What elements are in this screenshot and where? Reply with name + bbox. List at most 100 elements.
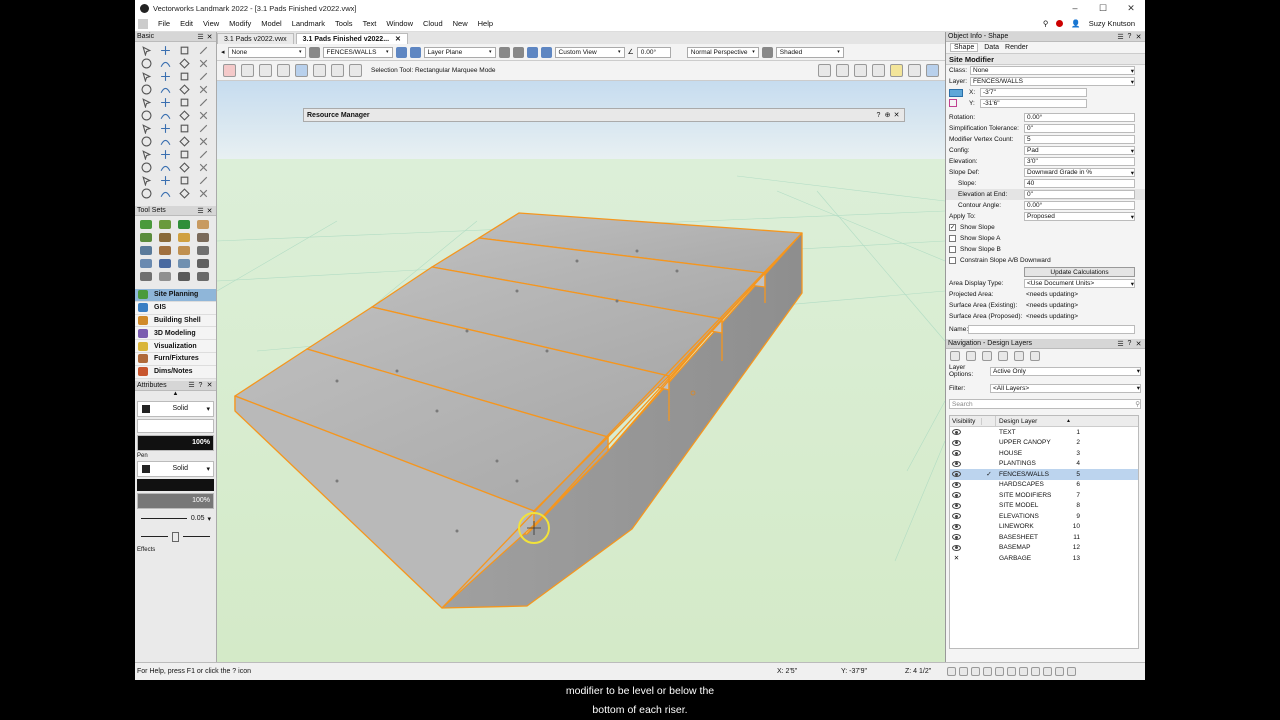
palette-close-icon[interactable]: ✕: [205, 33, 214, 41]
stack-icon[interactable]: [966, 351, 976, 361]
pen-style-select[interactable]: Solid ▾: [137, 460, 214, 477]
duplicate-layer-icon[interactable]: [1030, 351, 1040, 361]
tab-data[interactable]: Data: [984, 44, 999, 51]
layer-row[interactable]: ELEVATIONS 9: [950, 511, 1138, 522]
user-icon[interactable]: 👤: [1071, 19, 1080, 28]
render-icon[interactable]: [761, 46, 773, 58]
class-select[interactable]: None ▾: [970, 66, 1135, 75]
toolset-tool-16-icon[interactable]: [194, 257, 212, 270]
views-icon[interactable]: [526, 46, 538, 58]
angle-field[interactable]: 0.00°: [636, 46, 671, 58]
layer-row[interactable]: HARDSCAPES 6: [950, 480, 1138, 491]
toolset-tool-11-icon[interactable]: [175, 244, 193, 257]
rounded-rectangle-tool-icon[interactable]: [194, 83, 212, 96]
arrowhead-select[interactable]: [137, 529, 214, 545]
menu-file[interactable]: File: [153, 19, 175, 28]
zoom-tool-icon[interactable]: [194, 44, 212, 57]
toolset-site-planning[interactable]: Site Planning: [135, 289, 216, 302]
layers-icon[interactable]: [308, 46, 320, 58]
nurbs-tool-icon[interactable]: [194, 161, 212, 174]
toolset-tool-5-icon[interactable]: [137, 231, 155, 244]
pan-tool-icon[interactable]: [156, 44, 174, 57]
menu-text[interactable]: Text: [358, 19, 382, 28]
visibility-tool-icon[interactable]: [194, 122, 212, 135]
menu-edit[interactable]: Edit: [175, 19, 198, 28]
toolset-tool-19-icon[interactable]: [175, 270, 193, 283]
maximize-button[interactable]: ☐: [1089, 0, 1117, 16]
menu-landmark[interactable]: Landmark: [287, 19, 330, 28]
scale-tool-icon[interactable]: [137, 135, 155, 148]
extract-tool-icon[interactable]: [175, 187, 193, 200]
view-select[interactable]: Custom View ▾: [554, 46, 625, 58]
snap-loci-icon[interactable]: [1043, 667, 1052, 676]
perspective-select[interactable]: Normal Perspective ▾: [686, 46, 759, 58]
layer-row[interactable]: ✕ GARBAGE 13: [950, 553, 1138, 564]
selection-tool-icon[interactable]: [137, 44, 155, 57]
3d-scene[interactable]: [217, 81, 945, 662]
eye-icon[interactable]: [952, 450, 961, 457]
checkbox-row[interactable]: Show Slope B: [946, 244, 1145, 255]
eye-icon[interactable]: [952, 429, 961, 436]
property-field[interactable]: <Use Document Units> ▾: [1024, 279, 1135, 288]
freehand-tool-icon[interactable]: [137, 109, 155, 122]
property-field[interactable]: 0": [1024, 124, 1135, 133]
rectangular-marquee-icon[interactable]: [295, 64, 308, 77]
3d-polygon-tool-icon[interactable]: [175, 161, 193, 174]
shell-tool-icon[interactable]: [175, 174, 193, 187]
layer-select[interactable]: FENCES/WALLS ▾: [970, 77, 1135, 86]
snap-edge-icon[interactable]: [1031, 667, 1040, 676]
palette-menu-icon[interactable]: ☰: [187, 381, 196, 389]
snap-grid-icon[interactable]: [818, 64, 831, 77]
polyline-tool-icon[interactable]: [194, 96, 212, 109]
name-field[interactable]: [968, 325, 1135, 334]
checkbox[interactable]: [949, 246, 956, 253]
snap-angle-icon[interactable]: [971, 667, 980, 676]
view-icon[interactable]: [498, 46, 510, 58]
menu-view[interactable]: View: [198, 19, 224, 28]
layer-row[interactable]: ✓ FENCES/WALLS 5: [950, 469, 1138, 480]
offset-tool-icon[interactable]: [175, 57, 193, 70]
chamfer-tool-icon[interactable]: [156, 148, 174, 161]
checkbox-row[interactable]: Constrain Slope A/B Downward: [946, 255, 1145, 266]
toolset-tool-8-icon[interactable]: [194, 231, 212, 244]
eye-icon[interactable]: [952, 481, 961, 488]
layer-options-select[interactable]: Active Only ▾: [990, 366, 1141, 376]
property-field[interactable]: 3'0": [1024, 157, 1135, 166]
attribute-mapping-tool-icon[interactable]: [156, 122, 174, 135]
checkbox-row[interactable]: Show Slope A: [946, 233, 1145, 244]
layer-row[interactable]: PLANTINGS 4: [950, 459, 1138, 470]
layer-row[interactable]: UPPER CANOPY 2: [950, 438, 1138, 449]
snap-settings-icon[interactable]: [836, 64, 849, 77]
callout-tool-icon[interactable]: [156, 70, 174, 83]
property-field[interactable]: Downward Grade in % ▾: [1024, 168, 1135, 177]
property-field[interactable]: 40: [1024, 179, 1135, 188]
minimize-button[interactable]: –: [1061, 0, 1089, 16]
lasso-marquee-icon[interactable]: [313, 64, 326, 77]
double-line-tool-icon[interactable]: [156, 83, 174, 96]
menu-tools[interactable]: Tools: [330, 19, 358, 28]
toolset-dims-notes[interactable]: Dims/Notes: [135, 365, 216, 379]
toolset-tool-3-icon[interactable]: [175, 218, 193, 231]
oval-tool-icon[interactable]: [156, 96, 174, 109]
snap-tangent-icon[interactable]: [1007, 667, 1016, 676]
tab-pads[interactable]: 3.1 Pads v2022.vwx: [217, 33, 294, 44]
col-visibility[interactable]: Visibility: [950, 417, 982, 425]
zoom-icon[interactable]: [512, 46, 524, 58]
eye-icon[interactable]: [952, 460, 961, 467]
layer-row[interactable]: SITE MODEL 8: [950, 501, 1138, 512]
toolset-tool-6-icon[interactable]: [156, 231, 174, 244]
toolset-visualization[interactable]: Visualization: [135, 340, 216, 353]
tab-shape[interactable]: Shape: [950, 43, 979, 52]
pin-icon[interactable]: ⊕: [883, 111, 892, 119]
pen-opacity[interactable]: 100%: [137, 492, 214, 509]
stake-tool-icon[interactable]: [194, 148, 212, 161]
toolset-tool-12-icon[interactable]: [194, 244, 212, 257]
polygon-tool-icon[interactable]: [156, 109, 174, 122]
grid-icon[interactable]: [395, 46, 407, 58]
property-field[interactable]: 5: [1024, 135, 1135, 144]
2d-locus-tool-icon[interactable]: [137, 122, 155, 135]
eye-icon[interactable]: [952, 492, 961, 499]
col-design-layer[interactable]: Design Layer: [996, 418, 1066, 425]
toolset-tool-10-icon[interactable]: [156, 244, 174, 257]
drape-tool-icon[interactable]: [137, 187, 155, 200]
